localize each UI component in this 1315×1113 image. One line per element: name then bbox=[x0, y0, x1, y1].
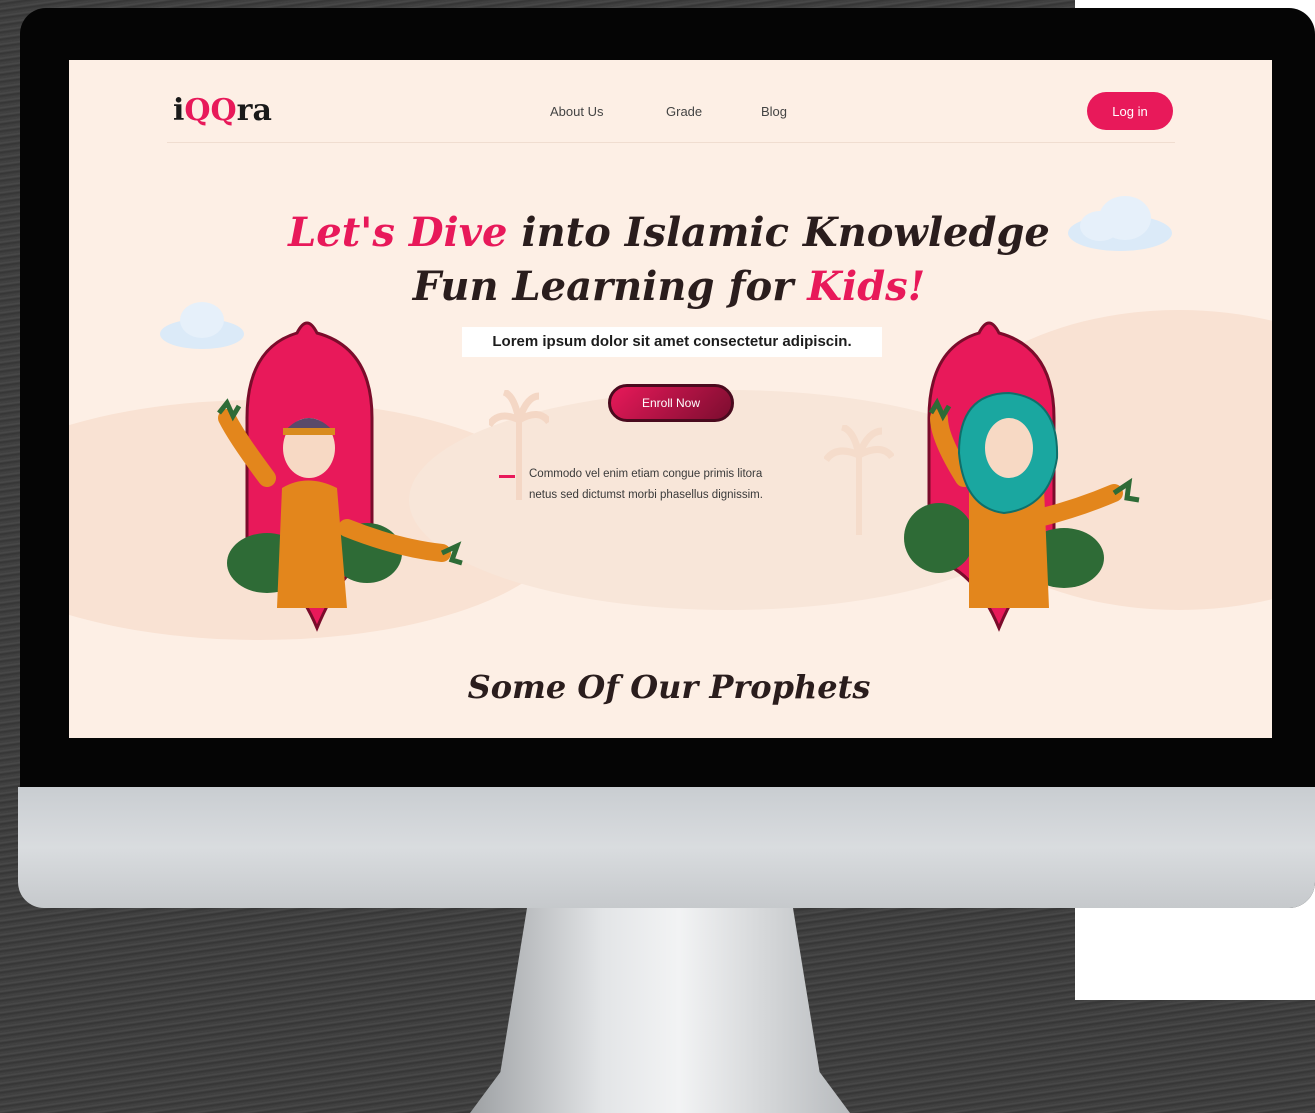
hero-headline: Let's Dive into Islamic Knowledge Fun Le… bbox=[288, 209, 1050, 310]
nav-about-us[interactable]: About Us bbox=[550, 104, 603, 119]
boy-illustration bbox=[217, 321, 463, 632]
login-button[interactable]: Log in bbox=[1087, 92, 1173, 130]
monitor-chin bbox=[18, 787, 1315, 908]
nav-blog[interactable]: Blog bbox=[761, 104, 787, 119]
hero-quote: Commodo vel enim etiam congue primis lit… bbox=[529, 468, 763, 501]
nav-grade[interactable]: Grade bbox=[666, 104, 702, 119]
header-divider bbox=[167, 142, 1175, 143]
hero-subtitle: Lorem ipsum dolor sit amet consectetur a… bbox=[462, 327, 882, 357]
girl-illustration bbox=[904, 321, 1140, 632]
website-screen: iQQra About Us Grade Blog Log in Let's D… bbox=[69, 60, 1272, 738]
palm-tree-icon bbox=[824, 425, 894, 535]
logo[interactable]: iQQra bbox=[173, 93, 272, 128]
quote-dash bbox=[499, 475, 515, 478]
monitor-stand bbox=[470, 908, 850, 1113]
enroll-now-button[interactable]: Enroll Now bbox=[608, 384, 734, 422]
section-title: Some Of Our Prophets bbox=[467, 668, 871, 706]
